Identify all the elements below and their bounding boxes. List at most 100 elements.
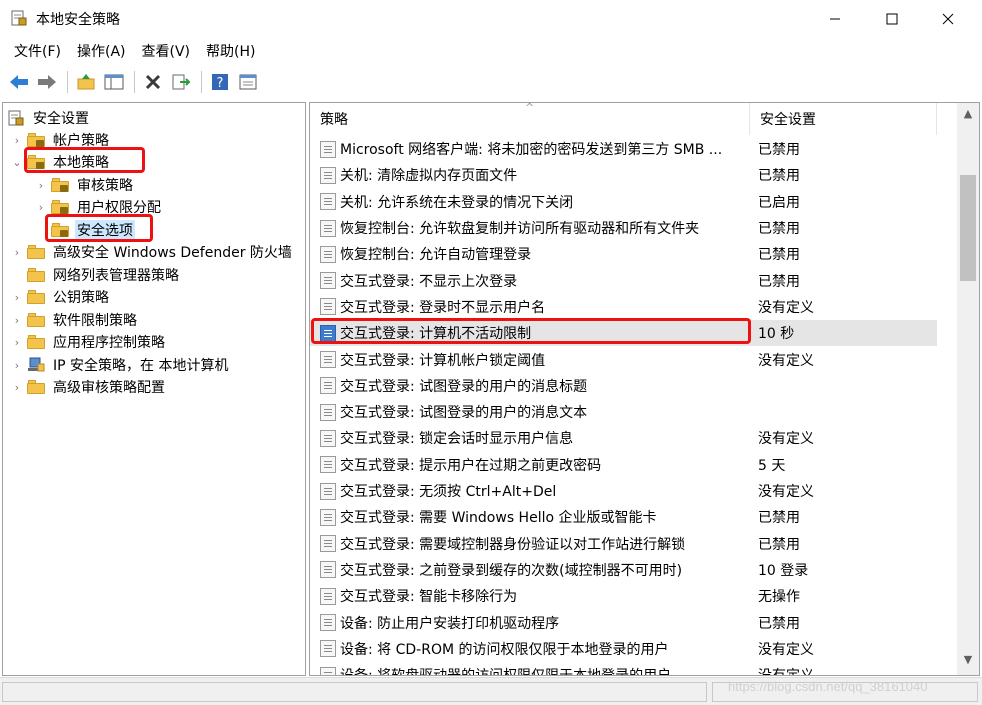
scrollbar-thumb[interactable] — [960, 175, 976, 281]
vertical-scrollbar[interactable]: ▲ ▼ — [957, 103, 979, 675]
policy-row[interactable]: 设备: 将 CD-ROM 的访问权限仅限于本地登录的用户 没有定义 — [310, 636, 937, 662]
policy-setting: 没有定义 — [758, 299, 814, 316]
policy-row[interactable]: 交互式登录: 无须按 Ctrl+Alt+Del 没有定义 — [310, 478, 937, 504]
chevron-right-icon[interactable]: › — [11, 291, 23, 304]
policy-row[interactable]: 交互式登录: 计算机不活动限制 10 秒 — [310, 320, 937, 347]
forward-arrow-icon — [38, 75, 56, 89]
policy-row[interactable]: 交互式登录: 登录时不显示用户名 没有定义 — [310, 294, 937, 320]
chevron-down-icon[interactable]: ⌄ — [11, 156, 23, 169]
policy-name: 设备: 将 CD-ROM 的访问权限仅限于本地登录的用户 — [340, 641, 669, 658]
policy-item-icon — [320, 166, 336, 184]
column-header-setting[interactable]: 安全设置 — [750, 103, 937, 135]
folder-icon — [27, 380, 45, 394]
scroll-up-arrow-icon[interactable]: ▲ — [957, 107, 979, 125]
tree-root[interactable]: 安全设置 — [7, 107, 91, 129]
policy-row[interactable]: 交互式登录: 需要 Windows Hello 企业版或智能卡 已禁用 — [310, 504, 937, 530]
help-button[interactable]: ? — [207, 69, 233, 95]
tree-item-label: 用户权限分配 — [77, 200, 161, 216]
tree-item-audit-policy[interactable]: › 审核策略 — [35, 174, 135, 196]
policy-setting: 没有定义 — [758, 484, 814, 501]
policy-name: 交互式登录: 试图登录的用户的消息文本 — [340, 405, 588, 422]
tree-item-network-list[interactable]: 网络列表管理器策略 — [11, 264, 181, 286]
tree-item-local-policy[interactable]: ⌄ 本地策略 — [11, 151, 111, 173]
tree-item-software-restriction[interactable]: › 软件限制策略 — [11, 309, 139, 331]
toolbar-separator — [134, 71, 135, 93]
tree-item-account-policy[interactable]: › 帐户策略 — [11, 129, 111, 151]
policy-row[interactable]: 交互式登录: 试图登录的用户的消息文本 — [310, 399, 937, 425]
tree-item-user-rights[interactable]: › 用户权限分配 — [35, 196, 163, 218]
policy-item-icon — [320, 614, 336, 632]
toolbar-separator — [67, 71, 68, 93]
policy-row[interactable]: 设备: 将软盘驱动器的访问权限仅限于本地登录的用户没有定义 — [310, 662, 937, 675]
tree-item-label: 网络列表管理器策略 — [53, 268, 179, 284]
policy-name: Microsoft 网络客户端: 将未加密的密码发送到第三方 SMB ... — [340, 142, 723, 159]
tree-item-label: 应用程序控制策略 — [53, 335, 165, 351]
policy-row[interactable]: 恢复控制台: 允许软盘复制并访问所有驱动器和所有文件夹 已禁用 — [310, 215, 937, 241]
menu-view[interactable]: 查看(V) — [134, 38, 199, 66]
folder-icon — [27, 335, 45, 349]
menu-help[interactable]: 帮助(H) — [198, 38, 263, 66]
maximize-icon — [886, 13, 898, 25]
policy-row[interactable]: 关机: 清除虚拟内存页面文件 已禁用 — [310, 162, 937, 188]
policy-list-pane[interactable]: 策略 ^ 安全设置 Microsoft 网络客户端: 将未加密的密码发送到第三方… — [309, 102, 980, 676]
tree-item-security-options[interactable]: 安全选项 — [51, 219, 135, 241]
column-header-label: 策略 — [320, 112, 348, 128]
policy-row[interactable]: 交互式登录: 锁定会话时显示用户信息 没有定义 — [310, 425, 937, 451]
menu-action[interactable]: 操作(A) — [69, 38, 134, 66]
tree-item-label: IP 安全策略，在 本地计算机 — [53, 358, 229, 374]
tree-item-public-key[interactable]: › 公钥策略 — [11, 286, 111, 308]
policy-row[interactable]: 关机: 允许系统在未登录的情况下关闭 已启用 — [310, 189, 937, 215]
column-header-policy[interactable]: 策略 ^ — [310, 103, 750, 135]
chevron-right-icon[interactable]: › — [11, 314, 23, 327]
close-button[interactable] — [925, 0, 971, 38]
tree-item-label: 高级安全 Windows Defender 防火墙 — [53, 245, 292, 261]
policy-item-icon — [320, 245, 336, 263]
menu-file[interactable]: 文件(F) — [6, 38, 69, 66]
export-list-button[interactable] — [168, 69, 194, 95]
back-button[interactable] — [6, 69, 32, 95]
show-hide-tree-button[interactable] — [101, 69, 127, 95]
policy-item-icon — [320, 272, 336, 290]
up-level-button[interactable] — [73, 69, 99, 95]
properties-button[interactable] — [235, 69, 261, 95]
tree-item-ip-security[interactable]: › IP 安全策略，在 本地计算机 — [11, 354, 230, 376]
policy-row[interactable]: 交互式登录: 不显示上次登录 已禁用 — [310, 268, 937, 294]
policy-setting: 已禁用 — [758, 142, 800, 159]
policy-row[interactable]: 交互式登录: 需要域控制器身份验证以对工作站进行解锁 已禁用 — [310, 531, 937, 557]
forward-button[interactable] — [34, 69, 60, 95]
scroll-down-arrow-icon[interactable]: ▼ — [957, 653, 979, 671]
policy-row[interactable]: 设备: 防止用户安装打印机驱动程序 已禁用 — [310, 609, 937, 635]
chevron-right-icon[interactable]: › — [35, 201, 47, 214]
tree-item-firewall[interactable]: › 高级安全 Windows Defender 防火墙 — [11, 241, 294, 263]
policy-row[interactable]: 恢复控制台: 允许自动管理登录 已禁用 — [310, 241, 937, 267]
locked-folder-icon — [51, 178, 69, 192]
properties-icon — [239, 74, 257, 90]
policy-setting: 无操作 — [758, 589, 800, 606]
tree-item-app-control[interactable]: › 应用程序控制策略 — [11, 331, 167, 353]
policy-item-icon — [320, 377, 336, 395]
policy-name: 恢复控制台: 允许自动管理登录 — [340, 247, 532, 264]
policy-row[interactable]: 交互式登录: 试图登录的用户的消息标题 — [310, 373, 937, 399]
chevron-right-icon[interactable]: › — [11, 134, 23, 147]
maximize-button[interactable] — [869, 0, 915, 38]
policy-row[interactable]: 交互式登录: 计算机帐户锁定阈值 没有定义 — [310, 346, 937, 372]
delete-button[interactable] — [140, 69, 166, 95]
policy-setting: 已禁用 — [758, 536, 800, 553]
chevron-right-icon[interactable]: › — [11, 336, 23, 349]
chevron-right-icon[interactable]: › — [11, 381, 23, 394]
folder-icon — [27, 290, 45, 304]
chevron-right-icon[interactable]: › — [35, 179, 47, 192]
tree-item-label: 审核策略 — [77, 178, 133, 194]
tree-item-label: 软件限制策略 — [53, 313, 137, 329]
minimize-button[interactable] — [812, 0, 858, 38]
policy-setting: 5 天 — [758, 457, 786, 474]
policy-row[interactable]: 交互式登录: 智能卡移除行为 无操作 — [310, 583, 937, 609]
chevron-right-icon[interactable]: › — [11, 246, 23, 259]
policy-setting: 已禁用 — [758, 168, 800, 185]
chevron-right-icon[interactable]: › — [11, 359, 23, 372]
policy-row[interactable]: Microsoft 网络客户端: 将未加密的密码发送到第三方 SMB ... 已禁… — [310, 136, 937, 162]
policy-row[interactable]: 交互式登录: 提示用户在过期之前更改密码 5 天 — [310, 452, 937, 478]
policy-row[interactable]: 交互式登录: 之前登录到缓存的次数(域控制器不可用时) 10 登录 — [310, 557, 937, 583]
tree-item-advanced-audit[interactable]: › 高级审核策略配置 — [11, 376, 167, 398]
tree-pane[interactable]: 安全设置 › 帐户策略 ⌄ 本地策略 › 审核策略 › 用户权限分配 安全选项 … — [2, 102, 306, 676]
